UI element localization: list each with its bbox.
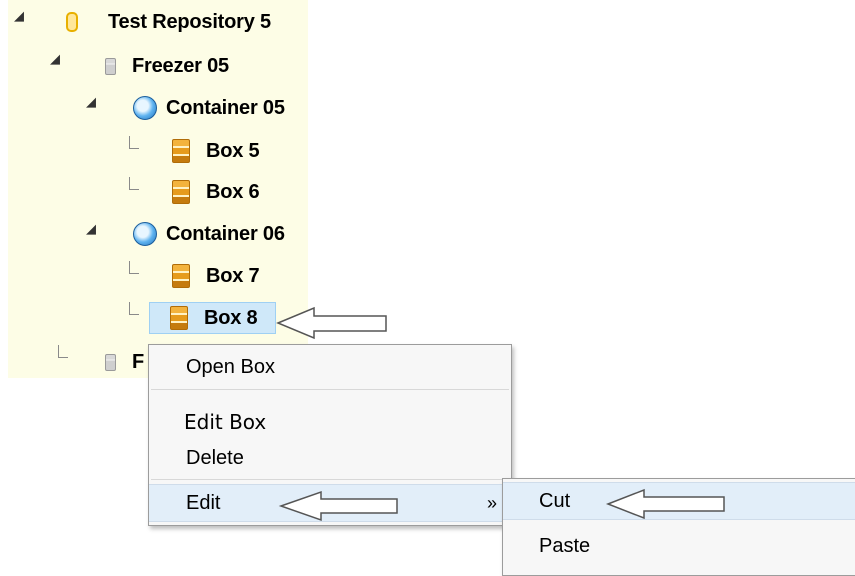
tree-connector [129, 261, 139, 274]
box-icon [172, 180, 190, 204]
repository-icon [66, 12, 78, 32]
tree-connector [58, 345, 68, 358]
tree-node-repository[interactable]: Test Repository 5 [66, 6, 271, 38]
tree-node-label: Box 7 [206, 264, 260, 287]
tree-node-label: Box 6 [206, 180, 260, 203]
annotation-arrow-icon [605, 488, 725, 520]
tree-node-box-5[interactable]: Box 5 [172, 135, 260, 167]
tree-node-freezer-05[interactable]: Freezer 05 [105, 50, 229, 82]
tree-connector [129, 302, 139, 315]
menu-item-delete[interactable]: Delete [149, 439, 511, 477]
tree-node-container-06[interactable]: Container 06 [133, 218, 285, 250]
menu-item-open-box[interactable]: Open Box [149, 348, 511, 386]
expander-repository-icon[interactable]: ◢ [14, 8, 24, 24]
tree-node-label: Box 8 [204, 306, 258, 329]
box-icon [172, 264, 190, 288]
menu-item-label: Edit [186, 491, 221, 514]
tree-node-box-7[interactable]: Box 7 [172, 260, 260, 292]
selection-highlight: Box 8 [149, 302, 276, 334]
menu-item-paste[interactable]: Paste [503, 527, 855, 565]
freezer-icon [105, 57, 116, 75]
expander-container-icon[interactable]: ◢ [86, 221, 96, 237]
tree-node-label: Box 5 [206, 139, 260, 162]
menu-separator [151, 389, 509, 390]
menu-item-edit-box[interactable]: Edit Box [149, 403, 511, 441]
box-icon [172, 139, 190, 163]
box-icon [170, 306, 188, 330]
tree-node-freezer-b[interactable]: F [105, 346, 144, 378]
tree-node-container-05[interactable]: Container 05 [133, 92, 285, 124]
menu-separator [151, 479, 509, 480]
tree-node-label: Freezer 05 [132, 54, 229, 77]
tree-node-box-6[interactable]: Box 6 [172, 176, 260, 208]
expander-container-icon[interactable]: ◢ [86, 94, 96, 110]
tree-connector [129, 136, 139, 149]
annotation-arrow-icon [276, 306, 387, 340]
tree-node-label: Container 05 [166, 96, 285, 119]
freezer-icon [105, 353, 116, 371]
tree-node-box-8[interactable]: Box 8 [149, 302, 276, 334]
container-icon [133, 222, 157, 246]
tree-node-label: Test Repository 5 [108, 10, 271, 33]
tree-node-label: F [132, 350, 145, 373]
expander-freezer-icon[interactable]: ◢ [50, 51, 60, 67]
tree-node-label: Container 06 [166, 222, 285, 245]
container-icon [133, 96, 157, 120]
tree-connector [129, 177, 139, 190]
annotation-arrow-icon [278, 490, 398, 522]
submenu-chevron-icon: » [486, 492, 497, 513]
